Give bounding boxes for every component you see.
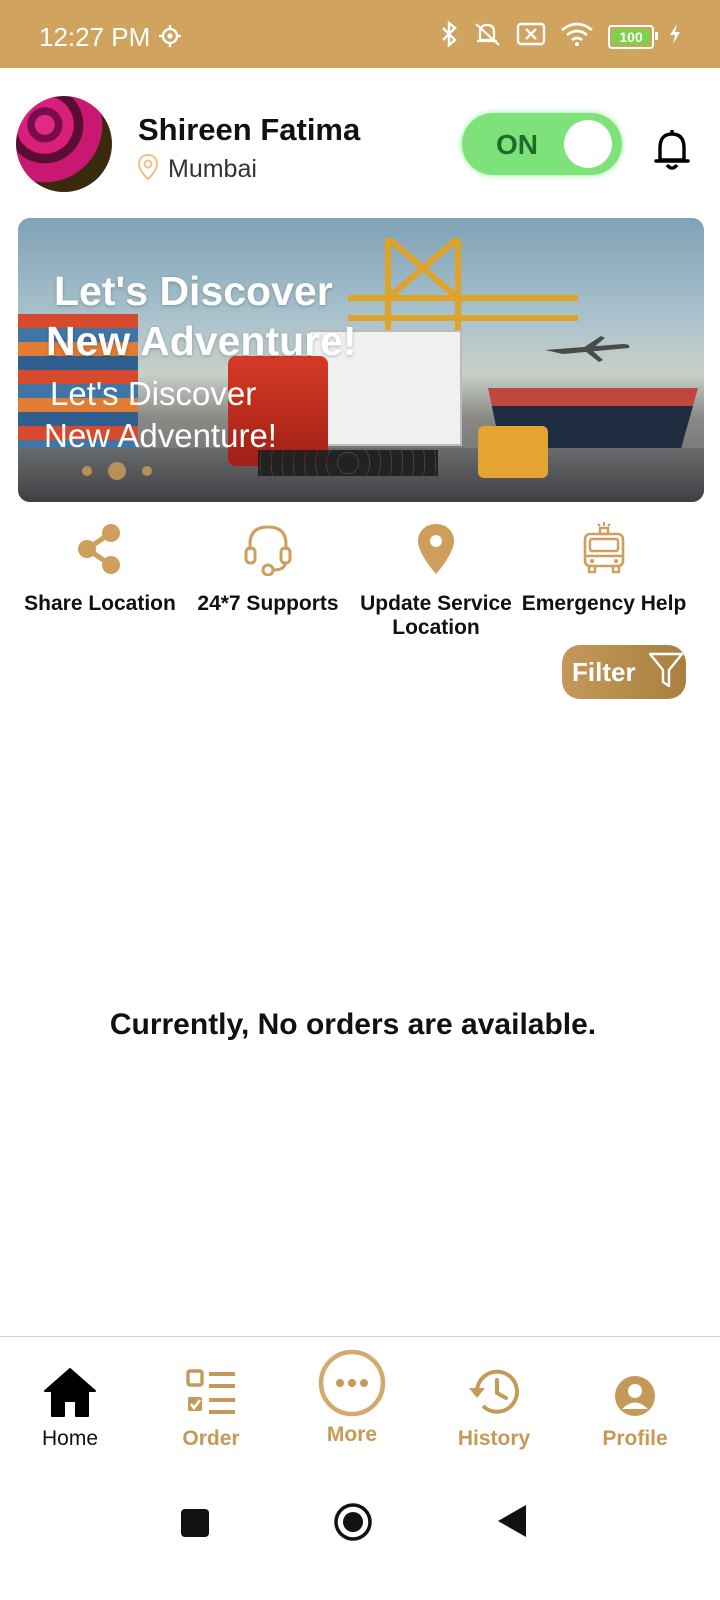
filter-funnel-icon: [648, 651, 684, 694]
back-triangle-icon[interactable]: [496, 1504, 528, 1543]
update-service-location-label: Update Service Location: [360, 592, 512, 639]
profile-header: Shireen Fatima Mumbai ON: [0, 68, 720, 218]
carousel-dots[interactable]: [82, 462, 152, 480]
history-clock-icon: [467, 1366, 521, 1423]
nav-order[interactable]: Order: [151, 1337, 271, 1451]
nav-more-label: More: [326, 1423, 378, 1446]
bluetooth-icon: [440, 20, 458, 53]
toggle-knob: [564, 120, 612, 168]
location-row: Mumbai: [137, 153, 257, 185]
notification-bell-icon[interactable]: [652, 128, 692, 177]
location-pin-icon: [137, 153, 159, 185]
forklift-image: [478, 426, 548, 478]
home-circle-icon[interactable]: [333, 1502, 373, 1547]
nav-profile[interactable]: Profile: [575, 1337, 695, 1451]
banner-title-line2: New Adventure!: [46, 318, 357, 364]
banner-subtitle: Let's Discover New Adventure!: [44, 373, 277, 457]
nav-home-label: Home: [41, 1427, 99, 1450]
toggle-label: ON: [496, 129, 538, 160]
battery-level: 100: [619, 28, 643, 45]
airplane-image: [545, 336, 630, 362]
location-text: Mumbai: [168, 155, 257, 183]
checklist-icon: [185, 1366, 237, 1423]
quick-actions: Share Location 24*7 Supports Update Serv…: [16, 520, 704, 640]
profile-user-icon: [613, 1374, 657, 1423]
emergency-help-label: Emergency Help: [521, 592, 687, 615]
support-label: 24*7 Supports: [197, 592, 339, 615]
nav-profile-label: Profile: [602, 1427, 668, 1450]
status-bar: 12:27 PM 100: [0, 0, 720, 68]
user-name: Shireen Fatima: [138, 112, 361, 147]
promo-banner[interactable]: Let's Discover New Adventure! Let's Disc…: [18, 218, 704, 502]
bottom-nav: Home Order More History Profile: [0, 1336, 720, 1471]
filter-label: Filter: [572, 656, 636, 687]
nav-history-label: History: [457, 1427, 531, 1450]
emergency-help-button[interactable]: Emergency Help: [520, 520, 688, 640]
home-icon: [43, 1366, 97, 1423]
more-dots-icon: [317, 1348, 387, 1423]
banner-subtitle-line2: New Adventure!: [44, 417, 277, 454]
carousel-dot-active[interactable]: [108, 462, 126, 480]
location-pin-icon: [416, 522, 456, 581]
nav-home[interactable]: Home: [10, 1337, 130, 1451]
status-time: 12:27 PM: [39, 22, 151, 52]
no-sim-icon: [516, 21, 546, 52]
charging-bolt-icon: [668, 23, 682, 50]
battery-icon: 100: [608, 24, 658, 49]
headset-icon: [243, 522, 293, 581]
carousel-dot[interactable]: [142, 466, 152, 476]
availability-toggle[interactable]: ON: [462, 113, 622, 175]
empty-orders-message: Currently, No orders are available.: [109, 1008, 597, 1041]
carousel-dot[interactable]: [82, 466, 92, 476]
truck-wheels-image: [258, 450, 438, 476]
banner-title-line1: Let's Discover: [54, 268, 333, 314]
banner-subtitle-line1: Let's Discover: [50, 375, 257, 412]
mute-bell-icon: [472, 20, 502, 53]
share-location-label: Share Location: [24, 592, 176, 615]
nav-more[interactable]: More: [292, 1337, 412, 1447]
fire-truck-icon: [580, 521, 628, 581]
update-service-location-button[interactable]: Update Service Location: [352, 520, 520, 640]
avatar[interactable]: [16, 96, 112, 192]
share-location-button[interactable]: Share Location: [16, 520, 184, 640]
wifi-icon: [560, 21, 594, 52]
banner-title: Let's Discover New Adventure!: [46, 266, 357, 366]
system-nav-bar: [0, 1470, 720, 1600]
nav-history[interactable]: History: [434, 1337, 554, 1451]
share-icon: [75, 523, 125, 580]
filter-button[interactable]: Filter: [562, 645, 686, 699]
settings-gear-icon: [158, 24, 182, 53]
nav-order-label: Order: [182, 1427, 240, 1450]
recents-square-icon[interactable]: [180, 1508, 210, 1543]
support-button[interactable]: 24*7 Supports: [184, 520, 352, 640]
